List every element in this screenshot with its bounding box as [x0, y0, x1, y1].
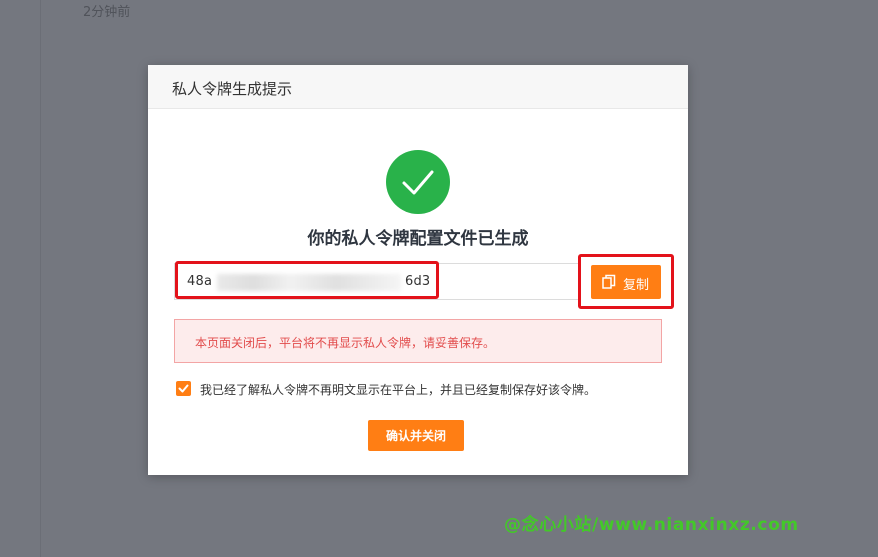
acknowledge-checkbox[interactable] — [176, 381, 191, 396]
success-message: 你的私人令牌配置文件已生成 — [307, 229, 529, 249]
warning-alert: 本页面关闭后，平台将不再显示私人令牌，请妥善保存。 — [174, 319, 662, 363]
confirm-close-button[interactable]: 确认并关闭 — [368, 420, 464, 451]
token-highlight-box — [175, 261, 439, 299]
background-divider — [40, 0, 41, 557]
acknowledge-label[interactable]: 我已经了解私人令牌不再明文显示在平台上，并且已经复制保存好该令牌。 — [200, 381, 596, 398]
token-generated-dialog: 私人令牌生成提示 你的私人令牌配置文件已生成 48a 6d3 复制 本页面关闭后… — [148, 65, 688, 475]
watermark: @念心小站/www.nianxinxz.com — [504, 515, 799, 535]
background-timestamp: 2分钟前 — [83, 5, 131, 20]
success-check-icon — [386, 150, 450, 214]
dialog-title: 私人令牌生成提示 — [172, 80, 293, 98]
checkmark-icon — [178, 384, 189, 393]
copy-highlight-box — [578, 254, 674, 309]
dialog-header: 私人令牌生成提示 — [148, 65, 688, 109]
warning-text: 本页面关闭后，平台将不再显示私人令牌，请妥善保存。 — [195, 336, 496, 350]
